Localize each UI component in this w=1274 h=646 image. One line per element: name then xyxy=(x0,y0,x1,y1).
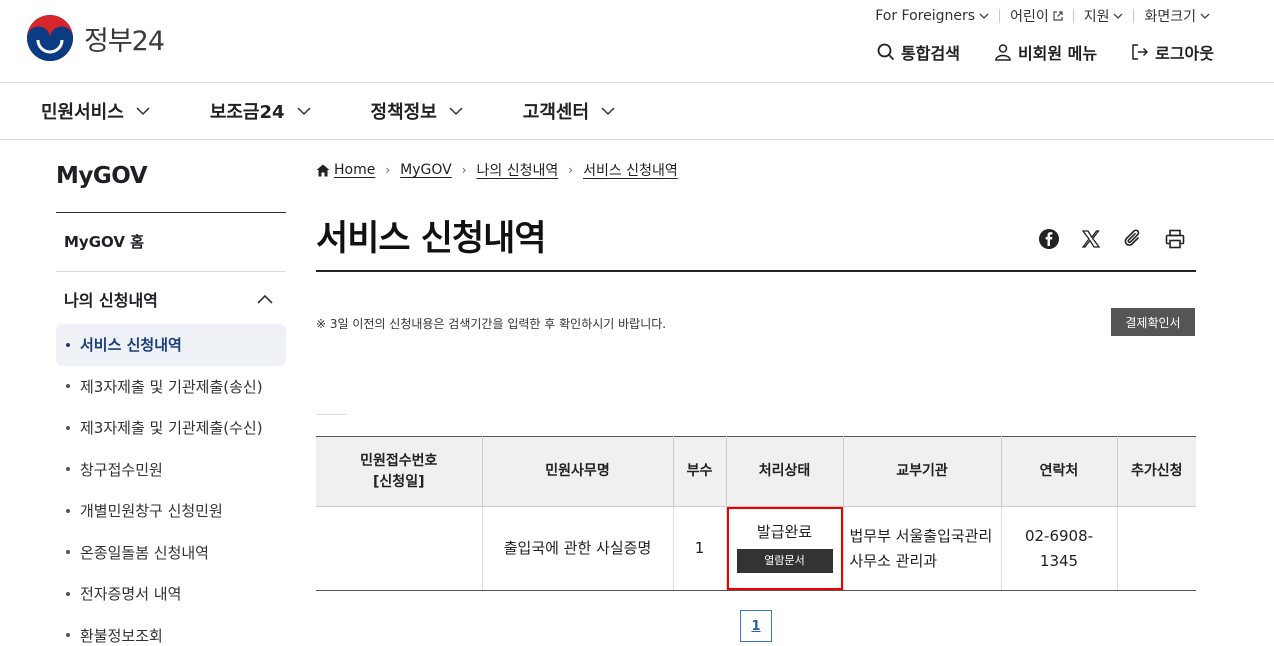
logout-icon xyxy=(1132,44,1149,60)
sidebar-item-individual-counter[interactable]: 개별민원창구 신청민원 xyxy=(56,490,286,532)
payment-confirmation-button[interactable]: 결제확인서 xyxy=(1111,308,1195,336)
cell-extra xyxy=(1117,506,1196,591)
chevron-right-icon: › xyxy=(461,163,467,177)
share-tools xyxy=(1038,228,1186,250)
chevron-right-icon: › xyxy=(385,163,391,177)
bullet xyxy=(66,591,70,596)
notice-text: ※ 3일 이전의 신청내용은 검색기간을 입력한 후 확인하시기 바랍니다. xyxy=(316,317,667,331)
print-icon[interactable] xyxy=(1164,228,1186,250)
bullet xyxy=(66,384,70,389)
divider xyxy=(316,270,1196,272)
x-icon[interactable] xyxy=(1080,228,1102,250)
logo[interactable]: 정부24 xyxy=(26,14,165,62)
main-navigation: 민원서비스 보조금24 정책정보 고객센터 xyxy=(0,83,1274,140)
chevron-down-icon xyxy=(449,107,463,116)
application-table: 민원접수번호 [신청일] 민원사무명 부수 처리상태 교부기관 연락처 추가신청 … xyxy=(316,436,1196,591)
cell-status: 발급완료 열람문서 xyxy=(726,506,844,591)
cell-receipt-no xyxy=(316,506,483,591)
header-actions: 통합검색 비회원 메뉴 로그아웃 xyxy=(877,40,1214,64)
link-icon[interactable] xyxy=(1122,228,1144,250)
sidebar-title: MyGOV xyxy=(56,163,148,189)
chevron-down-icon xyxy=(136,107,150,116)
external-link-icon xyxy=(1053,11,1063,21)
column-header-service-name: 민원사무명 xyxy=(482,436,674,507)
breadcrumb: Home › MyGOV › 나의 신청내역 › 서비스 신청내역 xyxy=(316,160,678,180)
site-header: 정부24 For Foreigners 어린이 지원 화면크기 통합검색 비회원… xyxy=(0,0,1274,83)
breadcrumb-home[interactable]: Home xyxy=(334,162,375,178)
cell-service-name: 출입국에 관한 사실증명 xyxy=(482,506,674,591)
support-menu[interactable]: 지원 xyxy=(1074,6,1134,26)
nav-subsidy24[interactable]: 보조금24 xyxy=(210,98,311,124)
sidebar-item-refund-info[interactable]: 환불정보조회 xyxy=(56,615,286,646)
chevron-down-icon xyxy=(1114,13,1123,19)
kids-link[interactable]: 어린이 xyxy=(1000,6,1073,26)
sidebar-item-third-party-received[interactable]: 제3자제출 및 기관제출(수신) xyxy=(56,407,286,449)
chevron-right-icon: › xyxy=(568,163,574,177)
user-icon xyxy=(995,44,1011,61)
bullet xyxy=(66,550,70,555)
guest-menu-button[interactable]: 비회원 메뉴 xyxy=(994,40,1097,64)
sidebar-item-all-day-care[interactable]: 온종일돌봄 신청내역 xyxy=(56,532,286,574)
sidebar-item-mygov-home[interactable]: MyGOV 홈 xyxy=(64,231,144,252)
chevron-down-icon xyxy=(1200,13,1210,19)
pagination-page-1[interactable]: 1 xyxy=(740,610,772,642)
page-title: 서비스 신청내역 xyxy=(316,219,547,259)
column-header-status: 처리상태 xyxy=(726,436,844,507)
chevron-down-icon xyxy=(979,13,989,19)
screen-size-menu[interactable]: 화면크기 xyxy=(1134,6,1220,26)
chevron-down-icon xyxy=(601,107,615,116)
divider xyxy=(56,212,286,213)
sidebar-item-service-history[interactable]: 서비스 신청내역 xyxy=(56,324,286,366)
breadcrumb-service-history[interactable]: 서비스 신청내역 xyxy=(583,160,678,180)
for-foreigners-menu[interactable]: For Foreigners xyxy=(865,8,999,24)
integrated-search-button[interactable]: 통합검색 xyxy=(877,40,960,64)
sidebar-submenu: 서비스 신청내역 제3자제출 및 기관제출(송신) 제3자제출 및 기관제출(수… xyxy=(56,324,286,646)
logout-button[interactable]: 로그아웃 xyxy=(1131,40,1214,64)
home-icon xyxy=(316,164,330,176)
column-header-contact: 연락처 xyxy=(1001,436,1118,507)
table-header-row: 민원접수번호 [신청일] 민원사무명 부수 처리상태 교부기관 연락처 추가신청 xyxy=(316,436,1196,507)
sidebar-item-e-certificate[interactable]: 전자증명서 내역 xyxy=(56,573,286,615)
table-row: 출입국에 관한 사실증명 1 발급완료 열람문서 법무부 서울출입국관리사무소 … xyxy=(316,506,1196,591)
breadcrumb-my-applications[interactable]: 나의 신청내역 xyxy=(477,160,559,180)
cell-copies: 1 xyxy=(673,506,727,591)
cell-agency: 법무부 서울출입국관리사무소 관리과 xyxy=(843,506,1002,591)
chevron-down-icon xyxy=(297,107,311,116)
gov-logo-icon xyxy=(27,15,73,61)
bullet xyxy=(66,633,70,638)
utility-menu: For Foreigners 어린이 지원 화면크기 xyxy=(865,6,1220,26)
column-header-receipt-no: 민원접수번호 [신청일] xyxy=(316,436,483,507)
search-icon xyxy=(877,43,895,61)
nav-civil-services[interactable]: 민원서비스 xyxy=(41,98,150,124)
facebook-icon[interactable] xyxy=(1038,228,1060,250)
bullet xyxy=(66,467,70,472)
nav-customer-center[interactable]: 고객센터 xyxy=(523,98,615,124)
sidebar-item-counter-civil[interactable]: 창구접수민원 xyxy=(56,449,286,491)
bullet xyxy=(66,425,70,430)
column-header-agency: 교부기관 xyxy=(843,436,1002,507)
column-header-copies: 부수 xyxy=(673,436,727,507)
sidebar-item-third-party-sent[interactable]: 제3자제출 및 기관제출(송신) xyxy=(56,366,286,408)
logo-text: 정부24 xyxy=(84,25,165,57)
sidebar-group-my-applications[interactable]: 나의 신청내역 xyxy=(64,287,274,311)
chevron-up-icon xyxy=(257,294,273,304)
breadcrumb-mygov[interactable]: MyGOV xyxy=(400,162,452,178)
tab-placeholder xyxy=(316,408,347,415)
bullet xyxy=(66,508,70,513)
bullet xyxy=(66,342,70,347)
nav-policy-info[interactable]: 정책정보 xyxy=(371,98,463,124)
cell-contact: 02-6908-1345 xyxy=(1001,506,1118,591)
column-header-extra: 추가신청 xyxy=(1117,436,1196,507)
highlight-box xyxy=(726,507,843,590)
divider xyxy=(56,271,286,272)
